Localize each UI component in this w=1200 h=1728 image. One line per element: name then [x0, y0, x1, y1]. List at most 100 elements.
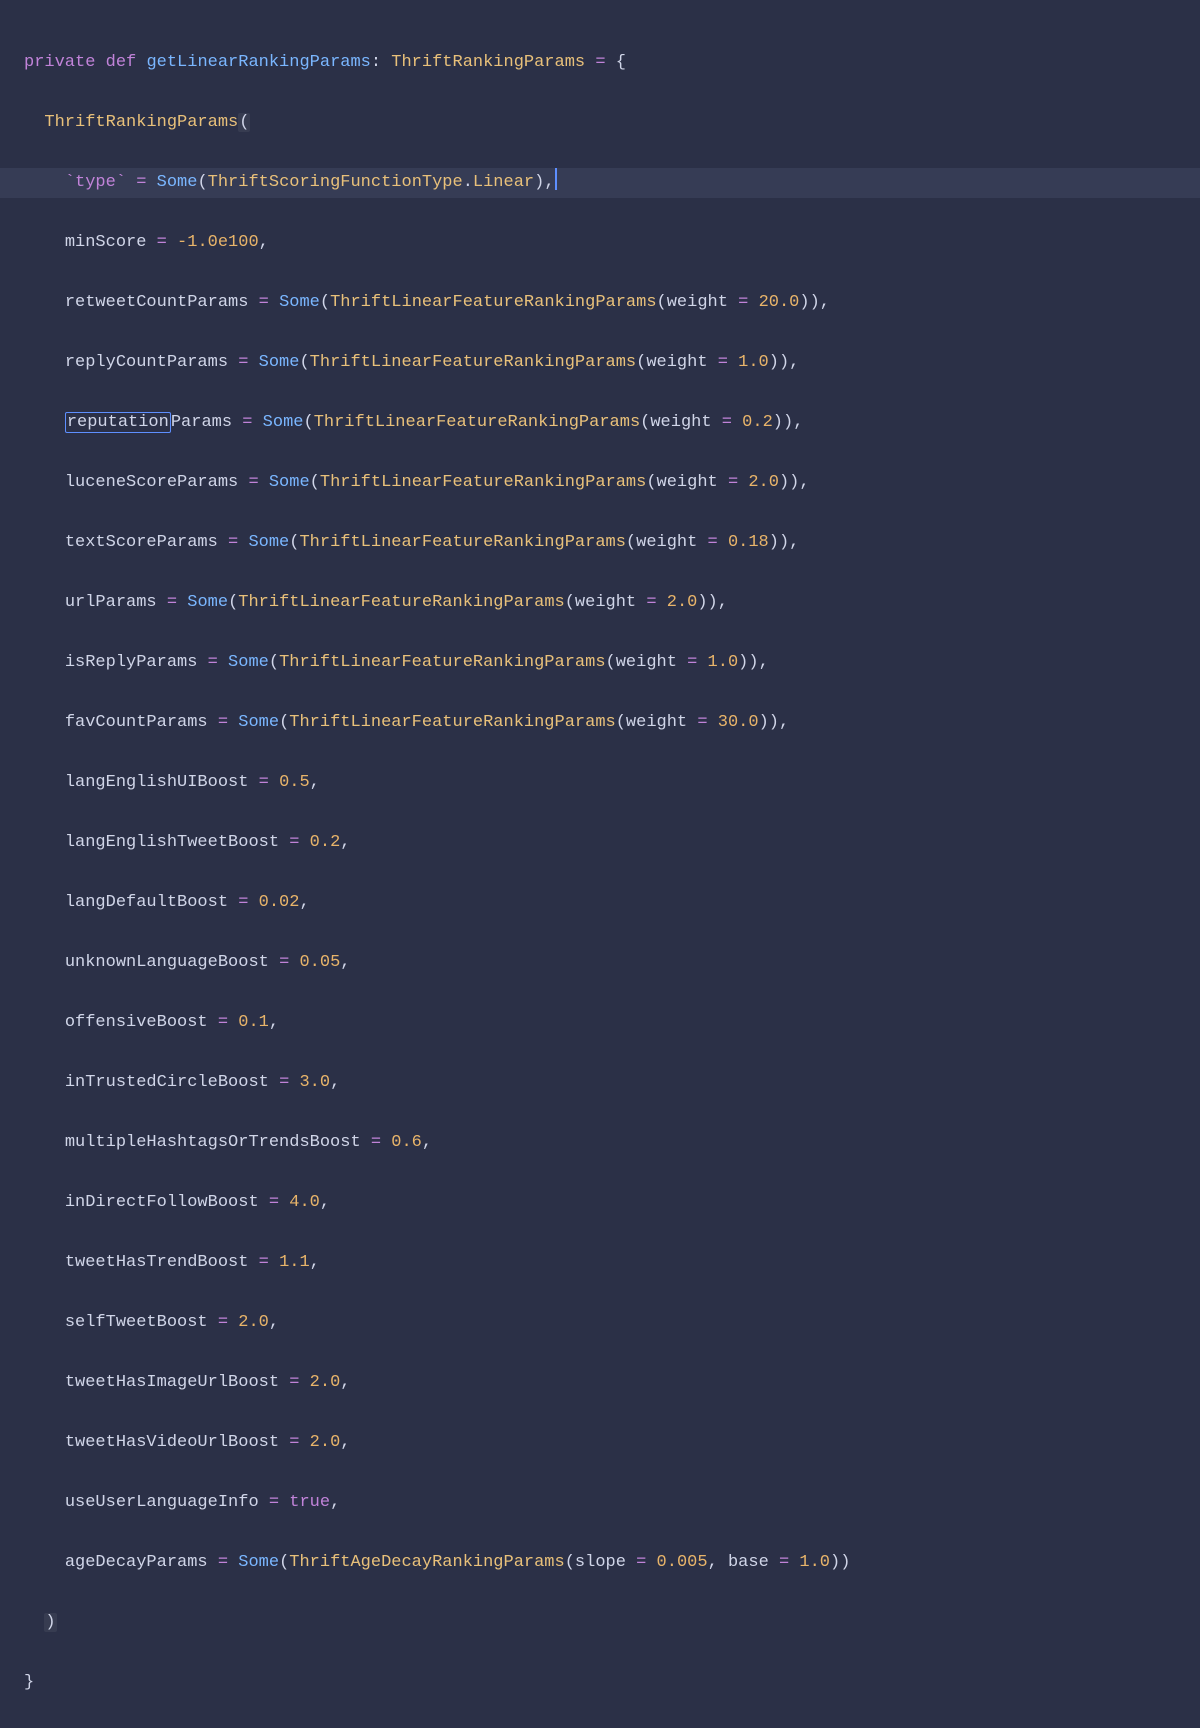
- equals: =: [218, 713, 228, 732]
- some: Some: [279, 293, 320, 312]
- type-ref: ThriftLinearFeatureRankingParams: [238, 593, 564, 612]
- equals: =: [636, 1553, 646, 1572]
- number-literal: 1.0: [738, 353, 769, 372]
- code-line: useUserLanguageInfo = true,: [0, 1488, 1200, 1518]
- equals: =: [269, 1493, 279, 1512]
- function-name: getLinearRankingParams: [146, 53, 370, 72]
- equals: =: [289, 833, 299, 852]
- equals: =: [269, 1193, 279, 1212]
- param-key: isReplyParams: [65, 653, 198, 672]
- param-key: inTrustedCircleBoost: [65, 1073, 269, 1092]
- number-literal: 1.0: [708, 653, 739, 672]
- comma: ,: [330, 1073, 340, 1092]
- open-paren: (: [657, 293, 667, 312]
- equals: =: [218, 1313, 228, 1332]
- code-line: urlParams = Some(ThriftLinearFeatureRank…: [0, 588, 1200, 618]
- comma: ,: [718, 593, 728, 612]
- open-paren: (: [238, 113, 250, 132]
- equals: =: [238, 893, 248, 912]
- text-cursor: [555, 168, 557, 190]
- param-key: langEnglishTweetBoost: [65, 833, 279, 852]
- close-paren: )): [769, 353, 789, 372]
- ctor-name: ThriftRankingParams: [44, 113, 238, 132]
- arg-key: weight: [650, 413, 711, 432]
- comma: ,: [269, 1013, 279, 1032]
- code-line: langEnglishUIBoost = 0.5,: [0, 768, 1200, 798]
- code-line: ): [0, 1608, 1200, 1638]
- code-line: ageDecayParams = Some(ThriftAgeDecayRank…: [0, 1548, 1200, 1578]
- comma: ,: [330, 1493, 340, 1512]
- number-literal: 2.0: [310, 1373, 341, 1392]
- code-line: tweetHasVideoUrlBoost = 2.0,: [0, 1428, 1200, 1458]
- open-paren: (: [299, 353, 309, 372]
- param-key: luceneScoreParams: [65, 473, 238, 492]
- type-ref: ThriftLinearFeatureRankingParams: [330, 293, 656, 312]
- equals: =: [595, 53, 605, 72]
- open-paren: (: [197, 173, 207, 192]
- arg-key: base: [728, 1553, 769, 1572]
- comma: ,: [789, 533, 799, 552]
- code-line: luceneScoreParams = Some(ThriftLinearFea…: [0, 468, 1200, 498]
- number-literal: 0.1: [238, 1013, 269, 1032]
- param-key: langDefaultBoost: [65, 893, 228, 912]
- equals: =: [371, 1133, 381, 1152]
- param-key: inDirectFollowBoost: [65, 1193, 259, 1212]
- equals: =: [167, 593, 177, 612]
- code-line: inTrustedCircleBoost = 3.0,: [0, 1068, 1200, 1098]
- equals: =: [248, 473, 258, 492]
- comma: ,: [422, 1133, 432, 1152]
- equals: =: [259, 773, 269, 792]
- open-paren: (: [626, 533, 636, 552]
- param-key: useUserLanguageInfo: [65, 1493, 259, 1512]
- code-line: minScore = -1.0e100,: [0, 228, 1200, 258]
- number-literal: 20.0: [759, 293, 800, 312]
- arg-key: weight: [646, 353, 707, 372]
- open-paren: (: [606, 653, 616, 672]
- open-paren: (: [269, 653, 279, 672]
- comma: ,: [259, 233, 269, 252]
- code-line: retweetCountParams = Some(ThriftLinearFe…: [0, 288, 1200, 318]
- equals: =: [242, 413, 252, 432]
- number-literal: 0.2: [742, 413, 773, 432]
- comma: ,: [310, 773, 320, 792]
- equals: =: [157, 233, 167, 252]
- param-key: minScore: [65, 233, 147, 252]
- close-paren: )): [830, 1553, 850, 1572]
- code-line: private def getLinearRankingParams: Thri…: [0, 48, 1200, 78]
- type-ref: ThriftScoringFunctionType: [208, 173, 463, 192]
- number-literal: 3.0: [299, 1073, 330, 1092]
- code-block[interactable]: private def getLinearRankingParams: Thri…: [0, 18, 1200, 1728]
- open-paren: (: [279, 713, 289, 732]
- equals: =: [722, 413, 732, 432]
- open-paren: (: [616, 713, 626, 732]
- equals: =: [136, 173, 146, 192]
- equals: =: [279, 953, 289, 972]
- number-literal: -1.0e100: [177, 233, 259, 252]
- number-literal: 2.0: [748, 473, 779, 492]
- code-line: langDefaultBoost = 0.02,: [0, 888, 1200, 918]
- open-paren: (: [303, 413, 313, 432]
- param-key: selfTweetBoost: [65, 1313, 208, 1332]
- param-key: replyCountParams: [65, 353, 228, 372]
- equals: =: [687, 653, 697, 672]
- some: Some: [248, 533, 289, 552]
- equals: =: [218, 1553, 228, 1572]
- number-literal: 0.02: [259, 893, 300, 912]
- param-key: unknownLanguageBoost: [65, 953, 269, 972]
- param-key: offensiveBoost: [65, 1013, 208, 1032]
- param-key: langEnglishUIBoost: [65, 773, 249, 792]
- open-paren: (: [228, 593, 238, 612]
- return-type: ThriftRankingParams: [391, 53, 585, 72]
- param-key-rest: Params: [171, 413, 232, 432]
- code-line: multipleHashtagsOrTrendsBoost = 0.6,: [0, 1128, 1200, 1158]
- code-line: tweetHasImageUrlBoost = 2.0,: [0, 1368, 1200, 1398]
- arg-key: weight: [626, 713, 687, 732]
- comma: ,: [793, 413, 803, 432]
- close-paren: )): [738, 653, 758, 672]
- param-key: urlParams: [65, 593, 157, 612]
- equals: =: [259, 293, 269, 312]
- code-line: tweetHasTrendBoost = 1.1,: [0, 1248, 1200, 1278]
- some: Some: [238, 713, 279, 732]
- equals: =: [718, 353, 728, 372]
- comma: ,: [310, 1253, 320, 1272]
